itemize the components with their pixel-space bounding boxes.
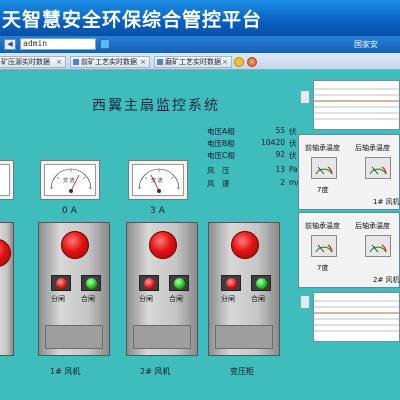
close-all-icon[interactable]: × [247,57,257,67]
close-button[interactable] [169,275,189,291]
ammeter-1-reading: 0 A [62,206,77,216]
cabinet-transformer: 分闸 合闸 [208,222,280,356]
trend-graph-top [313,80,400,130]
front-bearing-value: 7度 [317,186,329,194]
thermometer-gauge-icon [365,157,391,179]
cabinet-fan-2: 分闸 合闸 [126,222,198,356]
status-light [0,239,11,267]
status-light [149,231,177,259]
ammeter-1: 交 流 [40,160,100,200]
username-field[interactable]: admin [20,38,96,50]
side-nav-icon[interactable] [300,90,310,104]
close-button[interactable] [251,275,271,291]
close-label: 合闸 [81,295,95,303]
go-button[interactable] [100,39,110,49]
close-icon[interactable]: × [139,58,147,66]
fan-2-bearing-panel: 前轴承温度 后轴承温度 7度 2# 风机 [298,212,400,288]
close-label: 合闸 [169,295,183,303]
close-button[interactable] [81,275,101,291]
cabinet-partial [0,222,14,356]
ammeter-2-reading: 3 A [150,206,165,216]
open-button[interactable] [221,275,241,291]
status-light [61,231,89,259]
open-label: 分闸 [139,295,153,303]
arrow-left-icon[interactable]: ◀ [4,39,16,50]
fan-name: 1# 风机 [373,198,400,206]
tab-grinding-process[interactable]: 磨矿工艺实时数据 × [154,56,232,68]
tab-label: 磨矿工艺实时数据 [165,58,221,66]
front-bearing-value: 7度 [317,264,329,272]
ammeter-2: 交 流 [128,160,188,200]
cabinet-transformer-name: 变压柜 [230,367,254,376]
cabinet-fan-1: 分闸 合闸 [38,222,110,356]
org-label: 国家安 [354,40,378,49]
cabinet-fan-2-name: 2# 风机 [140,367,171,376]
status-light [231,231,259,259]
page-title: 西翼主扇监控系统 [92,98,220,114]
trend-lines-icon [314,300,399,332]
open-button[interactable] [51,275,71,291]
ammeter-partial [0,160,14,200]
rear-bearing-label: 后轴承温度 [355,222,390,230]
tab-mine-pressure[interactable]: 矿压源实时数据 × [0,56,66,68]
app-title: 天智慧安全环保综合管控平台 [2,9,263,31]
close-label: 合闸 [251,295,265,303]
meter-face-label: 交 流 [151,178,163,184]
trend-graph-bottom [313,292,400,342]
thermometer-gauge-icon [311,157,337,179]
tab-menu-icon[interactable] [234,57,244,67]
front-bearing-label: 前轴承温度 [305,222,340,230]
fan-name: 2# 风机 [373,276,400,284]
fan-1-bearing-panel: 前轴承温度 后轴承温度 7度 1# 风机 [298,134,400,210]
tab-label: 矿压源实时数据 [1,58,50,66]
cabinet-fan-1-name: 1# 风机 [50,367,81,376]
open-label: 分闸 [221,295,235,303]
page-icon [73,59,79,65]
thermometer-gauge-icon [365,235,391,257]
close-icon[interactable]: × [55,58,63,66]
app-header: 天智慧安全环保综合管控平台 [0,0,400,36]
thermometer-gauge-icon [311,235,337,257]
rear-bearing-label: 后轴承温度 [355,144,390,152]
toolbar: ◀ admin 国家安 [0,36,400,53]
front-bearing-label: 前轴承温度 [305,144,340,152]
side-nav-icon[interactable] [300,295,310,309]
page-icon [157,59,163,65]
tab-front-process[interactable]: 前矿工艺实时数据 × [70,56,150,68]
open-button[interactable] [139,275,159,291]
open-label: 分闸 [51,295,65,303]
trend-lines-icon [314,88,399,120]
meter-face-label: 交 流 [63,178,75,184]
close-icon[interactable]: × [221,58,229,66]
tab-label: 前矿工艺实时数据 [81,58,137,66]
